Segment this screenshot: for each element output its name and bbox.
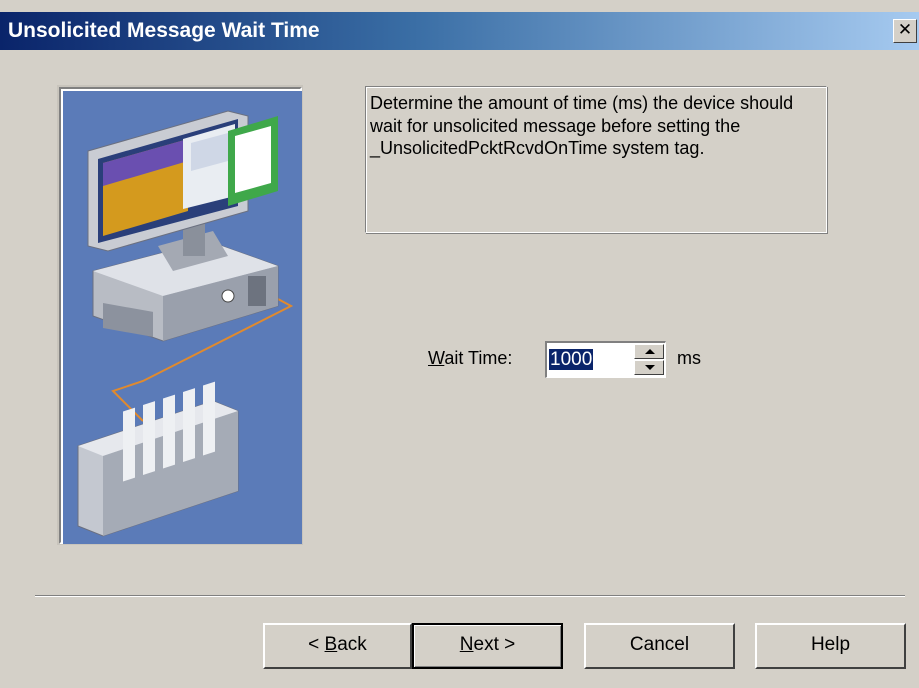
wizard-dialog: Unsolicited Message Wait Time ✕ Determin…: [0, 0, 919, 688]
arrow-up-icon: [645, 349, 655, 354]
wait-time-spinbox[interactable]: 1000: [545, 341, 666, 378]
spin-buttons: [634, 344, 664, 375]
back-button-mnemonic: B: [324, 634, 338, 655]
close-button[interactable]: ✕: [893, 19, 917, 43]
cancel-button[interactable]: Cancel: [584, 623, 735, 669]
back-button-rest: ack: [337, 634, 367, 655]
back-button[interactable]: < Back: [263, 623, 412, 669]
computer-device-illustration-icon: [63, 91, 302, 544]
next-button-mnemonic: N: [459, 634, 474, 655]
wizard-illustration: [59, 87, 302, 544]
description-text: Determine the amount of time (ms) the de…: [370, 93, 794, 158]
window-title: Unsolicited Message Wait Time: [8, 19, 320, 42]
wait-time-unit: ms: [677, 348, 701, 368]
wait-time-label-rest: ait Time:: [444, 348, 513, 368]
back-button-prefix: <: [308, 634, 325, 655]
spin-down-button[interactable]: [634, 360, 664, 375]
wait-time-label: Wait Time:: [428, 348, 512, 369]
wait-time-label-mnemonic: W: [428, 348, 445, 368]
arrow-down-icon: [645, 365, 655, 370]
next-button-rest: ext >: [473, 634, 516, 655]
close-icon: ✕: [897, 20, 913, 40]
wait-time-value: 1000: [549, 349, 594, 370]
title-bar[interactable]: Unsolicited Message Wait Time ✕: [0, 12, 919, 50]
next-button[interactable]: Next >: [412, 623, 563, 669]
spin-up-button[interactable]: [634, 344, 664, 359]
description-box: Determine the amount of time (ms) the de…: [365, 86, 827, 233]
separator: [35, 595, 905, 597]
wait-time-input[interactable]: 1000: [549, 346, 629, 373]
help-button[interactable]: Help: [755, 623, 906, 669]
